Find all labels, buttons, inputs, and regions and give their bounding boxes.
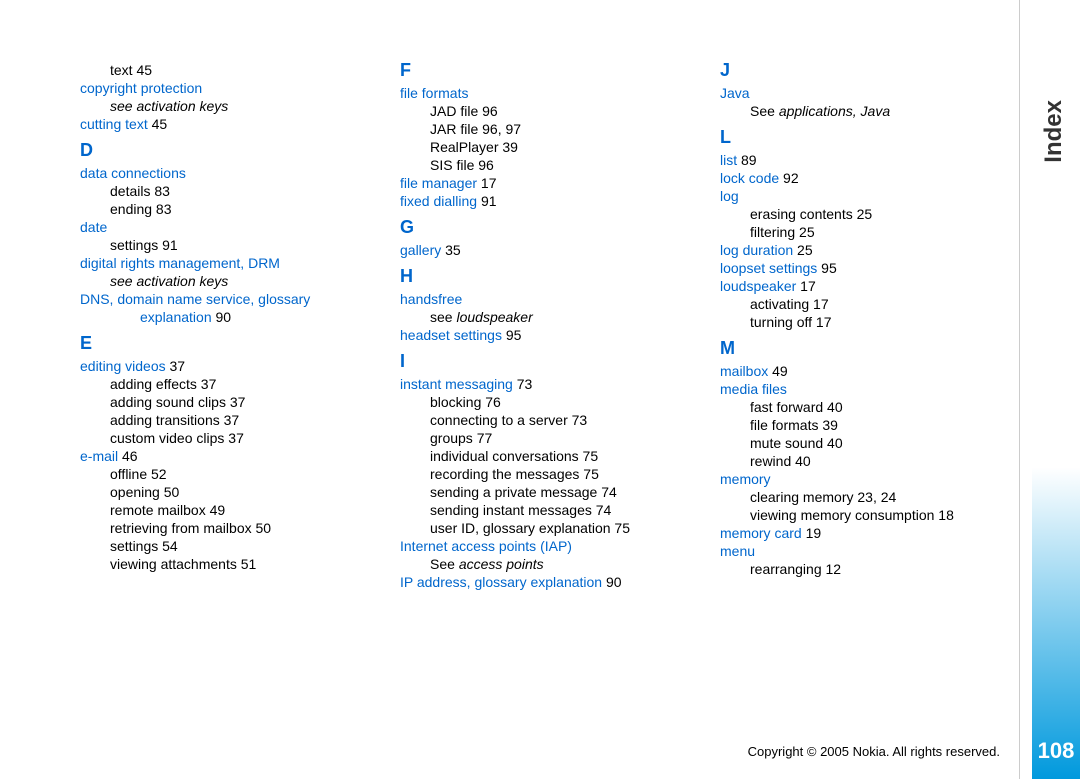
instant-messaging[interactable]: instant messaging 73 [400, 376, 710, 392]
activating[interactable]: activating 17 [750, 296, 1030, 312]
cutting-text[interactable]: cutting text 45 [80, 116, 390, 132]
copyright-footer: Copyright © 2005 Nokia. All rights reser… [748, 744, 1000, 759]
turning-off[interactable]: turning off 17 [750, 314, 1030, 330]
individual-conversations[interactable]: individual conversations 75 [430, 448, 710, 464]
separator-line [1019, 0, 1020, 779]
lock-code[interactable]: lock code 92 [720, 170, 1030, 186]
sis-file[interactable]: SIS file 96 [430, 157, 710, 173]
index-column-3: J Java See applications, Java L list 89 … [720, 60, 1040, 592]
erasing-contents[interactable]: erasing contents 25 [750, 206, 1030, 222]
data-connections[interactable]: data connections [80, 165, 390, 181]
mute-sound[interactable]: mute sound 40 [750, 435, 1030, 451]
letter-m: M [720, 338, 1030, 359]
index-column-1: text 45 copyright protection see activat… [80, 60, 400, 592]
realplayer[interactable]: RealPlayer 39 [430, 139, 710, 155]
headset-settings[interactable]: headset settings 95 [400, 327, 710, 343]
dns-cont[interactable]: explanation 90 [140, 309, 390, 325]
sidebar: Index 108 [1032, 0, 1080, 779]
media-files[interactable]: media files [720, 381, 1030, 397]
page-number: 108 [1036, 738, 1076, 764]
iap[interactable]: Internet access points (IAP) [400, 538, 710, 554]
email-settings[interactable]: settings 54 [110, 538, 390, 554]
connecting[interactable]: connecting to a server 73 [430, 412, 710, 428]
see-access-points: See access points [430, 556, 710, 572]
see-activation-keys: see activation keys [110, 98, 390, 114]
jad-file[interactable]: JAD file 96 [430, 103, 710, 119]
filtering[interactable]: filtering 25 [750, 224, 1030, 240]
log-duration[interactable]: log duration 25 [720, 242, 1030, 258]
loudspeaker[interactable]: loudspeaker 17 [720, 278, 1030, 294]
see-applications-java: See applications, Java [750, 103, 1030, 119]
letter-e: E [80, 333, 390, 354]
java[interactable]: Java [720, 85, 1030, 101]
ip-address[interactable]: IP address, glossary explanation 90 [400, 574, 710, 590]
rearranging[interactable]: rearranging 12 [750, 561, 1030, 577]
menu[interactable]: menu [720, 543, 1030, 559]
user-id[interactable]: user ID, glossary explanation 75 [430, 520, 710, 536]
drm[interactable]: digital rights management, DRM [80, 255, 390, 271]
details[interactable]: details 83 [110, 183, 390, 199]
viewing-attachments[interactable]: viewing attachments 51 [110, 556, 390, 572]
adding-effects[interactable]: adding effects 37 [110, 376, 390, 392]
see-loudspeaker: see loudspeaker [430, 309, 710, 325]
file-manager[interactable]: file manager 17 [400, 175, 710, 191]
dns[interactable]: DNS, domain name service, glossary [80, 291, 390, 307]
recording[interactable]: recording the messages 75 [430, 466, 710, 482]
editing-videos[interactable]: editing videos 37 [80, 358, 390, 374]
log[interactable]: log [720, 188, 1030, 204]
letter-l: L [720, 127, 1030, 148]
file-formats[interactable]: file formats [400, 85, 710, 101]
sending-private[interactable]: sending a private message 74 [430, 484, 710, 500]
offline[interactable]: offline 52 [110, 466, 390, 482]
mailbox[interactable]: mailbox 49 [720, 363, 1030, 379]
adding-sound-clips[interactable]: adding sound clips 37 [110, 394, 390, 410]
handsfree[interactable]: handsfree [400, 291, 710, 307]
list[interactable]: list 89 [720, 152, 1030, 168]
date[interactable]: date [80, 219, 390, 235]
fixed-dialling[interactable]: fixed dialling 91 [400, 193, 710, 209]
see-activation-keys-2: see activation keys [110, 273, 390, 289]
text-entry[interactable]: text 45 [110, 62, 390, 78]
remote-mailbox[interactable]: remote mailbox 49 [110, 502, 390, 518]
rewind[interactable]: rewind 40 [750, 453, 1030, 469]
groups[interactable]: groups 77 [430, 430, 710, 446]
retrieving[interactable]: retrieving from mailbox 50 [110, 520, 390, 536]
email[interactable]: e-mail 46 [80, 448, 390, 464]
index-column-2: F file formats JAD file 96 JAR file 96, … [400, 60, 720, 592]
mf-file-formats[interactable]: file formats 39 [750, 417, 1030, 433]
gallery[interactable]: gallery 35 [400, 242, 710, 258]
letter-g: G [400, 217, 710, 238]
custom-video-clips[interactable]: custom video clips 37 [110, 430, 390, 446]
letter-i: I [400, 351, 710, 372]
sending-instant[interactable]: sending instant messages 74 [430, 502, 710, 518]
jar-file[interactable]: JAR file 96, 97 [430, 121, 710, 137]
memory-card[interactable]: memory card 19 [720, 525, 1030, 541]
blocking[interactable]: blocking 76 [430, 394, 710, 410]
date-settings[interactable]: settings 91 [110, 237, 390, 253]
opening[interactable]: opening 50 [110, 484, 390, 500]
clearing-memory[interactable]: clearing memory 23, 24 [750, 489, 1030, 505]
letter-j: J [720, 60, 1030, 81]
letter-h: H [400, 266, 710, 287]
letter-f: F [400, 60, 710, 81]
adding-transitions[interactable]: adding transitions 37 [110, 412, 390, 428]
letter-d: D [80, 140, 390, 161]
fast-forward[interactable]: fast forward 40 [750, 399, 1030, 415]
loopset-settings[interactable]: loopset settings 95 [720, 260, 1030, 276]
memory[interactable]: memory [720, 471, 1030, 487]
ending[interactable]: ending 83 [110, 201, 390, 217]
copyright-protection[interactable]: copyright protection [80, 80, 390, 96]
sidebar-title: Index [1040, 100, 1068, 163]
viewing-consumption[interactable]: viewing memory consumption 18 [750, 507, 1030, 523]
